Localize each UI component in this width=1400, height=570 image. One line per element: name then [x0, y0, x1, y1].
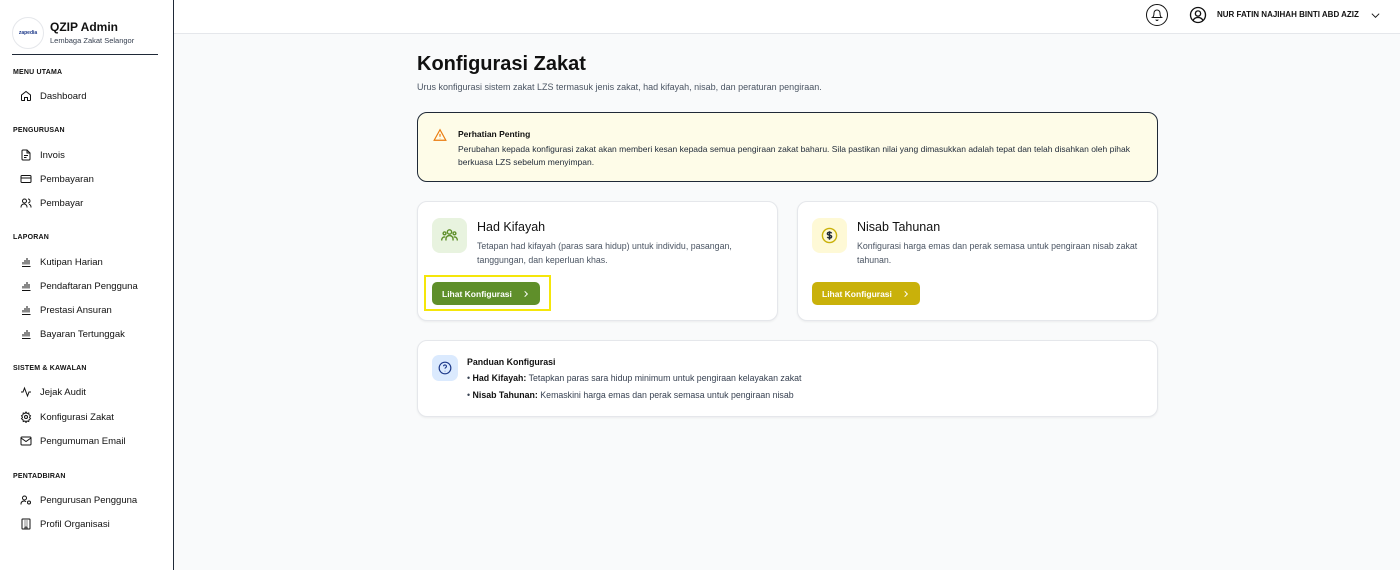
- sidebar-item-label: Profil Organisasi: [40, 518, 110, 530]
- gear-icon: [20, 411, 32, 423]
- home-icon: [21, 90, 31, 101]
- sidebar-item-label: Jejak Audit: [40, 386, 86, 398]
- guide-term: Had Kifayah:: [472, 373, 527, 383]
- section-label-laporan: LAPORAN: [13, 234, 50, 241]
- brand[interactable]: zapedia QZIP Admin Lembaga Zakat Selango…: [0, 0, 173, 54]
- alert-title: Perhatian Penting: [458, 129, 531, 139]
- sidebar-item-label: Prestasi Ansuran: [40, 304, 112, 316]
- sidebar: zapedia QZIP Admin Lembaga Zakat Selango…: [0, 0, 174, 570]
- sidebar-item-dashboard[interactable]: Dashboard: [20, 88, 86, 104]
- guide-text: Tetapkan paras sara hidup minimum untuk …: [526, 373, 802, 383]
- sidebar-item-pengurusan-pengguna[interactable]: Pengurusan Pengguna: [20, 492, 137, 508]
- user-name[interactable]: NUR FATIN NAJIHAH BINTI ABD AZIZ: [1217, 10, 1359, 19]
- section-label-menu-utama: MENU UTAMA: [13, 69, 63, 76]
- view-had-kifayah-button[interactable]: Lihat Konfigurasi: [432, 282, 540, 305]
- building-icon: [21, 518, 31, 530]
- view-nisab-tahunan-button[interactable]: Lihat Konfigurasi: [812, 282, 920, 305]
- sidebar-item-label: Invois: [40, 149, 65, 161]
- sidebar-item-label: Bayaran Tertunggak: [40, 328, 125, 340]
- mail-icon: [20, 436, 32, 446]
- notification-button[interactable]: [1146, 4, 1168, 26]
- sidebar-item-profil-organisasi[interactable]: Profil Organisasi: [20, 516, 110, 532]
- sidebar-item-label: Konfigurasi Zakat: [40, 411, 114, 423]
- card-icon-box: [812, 218, 847, 253]
- card-had-kifayah: Had Kifayah Tetapan had kifayah (paras s…: [417, 201, 778, 321]
- sidebar-item-label: Pengurusan Pengguna: [40, 494, 138, 506]
- card-title: Nisab Tahunan: [857, 220, 941, 234]
- chevron-right-icon: [904, 290, 908, 297]
- sidebar-item-bayaran-tertunggak[interactable]: Bayaran Tertunggak: [20, 326, 125, 342]
- guide-icon-box: [432, 355, 458, 381]
- user-avatar-icon[interactable]: [1189, 6, 1207, 24]
- brand-title: QZIP Admin: [50, 20, 119, 34]
- activity-icon: [21, 386, 31, 398]
- sidebar-item-pembayar[interactable]: Pembayar: [20, 195, 83, 211]
- dollar-coin-icon: [821, 227, 838, 244]
- card-description: Konfigurasi harga emas dan perak semasa …: [857, 241, 1138, 265]
- bar-chart-icon: [22, 258, 31, 267]
- card-icon-box: [432, 218, 467, 253]
- page-description: Urus konfigurasi sistem zakat LZS termas…: [417, 82, 822, 92]
- sidebar-item-label: Pendaftaran Pengguna: [40, 280, 138, 292]
- brand-subtitle: Lembaga Zakat Selangor: [50, 36, 135, 45]
- file-icon: [21, 149, 31, 161]
- sidebar-item-label: Dashboard: [40, 90, 87, 102]
- credit-card-icon: [20, 175, 32, 183]
- configuration-guide: Panduan Konfigurasi • Had Kifayah: Tetap…: [417, 340, 1158, 417]
- sidebar-item-pendaftaran-pengguna[interactable]: Pendaftaran Pengguna: [20, 278, 138, 294]
- guide-text: Kemaskini harga emas dan perak semasa un…: [537, 390, 794, 400]
- sidebar-item-pembayaran[interactable]: Pembayaran: [20, 171, 94, 187]
- sidebar-item-label: Pengumuman Email: [40, 435, 126, 447]
- sidebar-item-label: Pembayar: [40, 197, 84, 209]
- people-group-icon: [441, 229, 458, 241]
- sidebar-item-jejak-audit[interactable]: Jejak Audit: [20, 384, 86, 400]
- section-label-pentadbiran: PENTADBIRAN: [13, 473, 66, 480]
- sidebar-item-pengumuman-email[interactable]: Pengumuman Email: [20, 433, 126, 449]
- sidebar-item-invois[interactable]: Invois: [20, 147, 65, 163]
- guide-term: Nisab Tahunan:: [472, 390, 538, 400]
- users-icon: [20, 198, 32, 208]
- chevron-right-icon: [524, 290, 528, 297]
- sidebar-item-kutipan-harian[interactable]: Kutipan Harian: [20, 254, 103, 270]
- user-cog-icon: [20, 495, 31, 505]
- button-label: Lihat Konfigurasi: [822, 288, 892, 299]
- bell-icon: [1151, 9, 1163, 21]
- warning-icon: [433, 128, 447, 141]
- card-nisab-tahunan: Nisab Tahunan Konfigurasi harga emas dan…: [797, 201, 1158, 321]
- help-circle-icon: [438, 361, 452, 375]
- brand-logo: zapedia: [12, 16, 44, 49]
- bar-chart-icon: [22, 282, 31, 291]
- chevron-down-icon[interactable]: [1370, 10, 1381, 21]
- sidebar-item-label: Pembayaran: [40, 173, 94, 185]
- bar-chart-icon: [22, 330, 31, 339]
- warning-alert: Perhatian Penting Perubahan kepada konfi…: [417, 112, 1158, 182]
- section-label-pengurusan: PENGURUSAN: [13, 127, 65, 134]
- sidebar-item-prestasi-ansuran[interactable]: Prestasi Ansuran: [20, 302, 112, 318]
- section-label-sistem-kawalan: SISTEM & KAWALAN: [13, 365, 87, 372]
- guide-line-nisab-tahunan: • Nisab Tahunan: Kemaskini harga emas da…: [467, 390, 794, 400]
- brand-logo-text: zapedia: [18, 29, 38, 36]
- page-title: Konfigurasi Zakat: [417, 53, 586, 75]
- alert-text: Perubahan kepada konfigurasi zakat akan …: [458, 144, 1130, 167]
- sidebar-item-konfigurasi-zakat[interactable]: Konfigurasi Zakat: [20, 409, 114, 425]
- card-title: Had Kifayah: [477, 220, 546, 234]
- sidebar-divider: [12, 54, 158, 55]
- guide-title: Panduan Konfigurasi: [467, 357, 556, 367]
- guide-line-had-kifayah: • Had Kifayah: Tetapkan paras sara hidup…: [467, 373, 801, 383]
- card-description: Tetapan had kifayah (paras sara hidup) u…: [477, 241, 732, 265]
- button-label: Lihat Konfigurasi: [442, 288, 512, 299]
- topbar: NUR FATIN NAJIHAH BINTI ABD AZIZ: [174, 0, 1400, 34]
- bar-chart-icon: [22, 306, 31, 315]
- sidebar-item-label: Kutipan Harian: [40, 256, 103, 268]
